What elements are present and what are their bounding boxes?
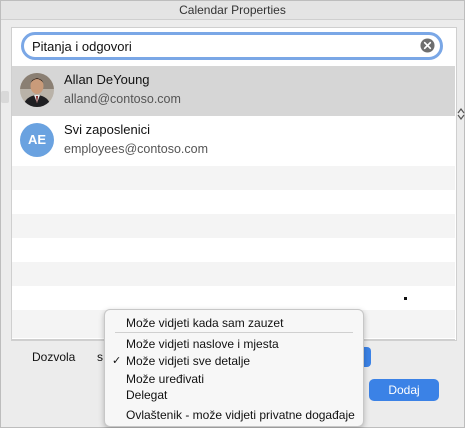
empty-row — [12, 238, 455, 262]
window-title: Calendar Properties — [1, 1, 464, 20]
result-svi-zaposlenici[interactable]: AE Svi zaposlenici employees@contoso.com — [12, 116, 455, 166]
permission-label: Dozvola — [32, 350, 76, 364]
search-input[interactable] — [32, 36, 412, 56]
empty-row — [12, 262, 455, 286]
partial-label-left — [1, 113, 9, 127]
cursor-dot — [404, 297, 407, 300]
partial-label: s — [97, 350, 103, 364]
contact-email: alland@contoso.com — [64, 92, 181, 106]
add-button[interactable]: Dodaj — [369, 379, 439, 401]
result-allan-deyoung[interactable]: Allan DeYoung alland@contoso.com — [12, 66, 455, 116]
clear-search-icon[interactable] — [420, 38, 435, 53]
person-photo-icon — [20, 73, 54, 107]
search-results-list: Allan DeYoung alland@contoso.com AE Svi … — [12, 66, 455, 166]
menu-separator — [115, 332, 353, 333]
empty-row — [12, 190, 455, 214]
menu-item-can-view-busy[interactable]: Može vidjeti kada sam zauzet — [126, 316, 283, 330]
avatar-photo — [20, 73, 54, 107]
empty-row — [12, 286, 455, 310]
stepper-arrows-icon[interactable] — [457, 108, 465, 120]
search-field[interactable] — [21, 32, 443, 60]
menu-item-can-view-titles-locations[interactable]: Može vidjeti naslove i mjesta — [126, 337, 279, 351]
checkmark-icon: ✓ — [112, 355, 122, 367]
empty-row — [12, 166, 455, 190]
contact-name: Svi zaposlenici — [64, 122, 150, 137]
menu-item-delegate[interactable]: Delegat — [126, 388, 167, 402]
partial-control-left[interactable] — [1, 91, 9, 103]
menu-item-delegate-private[interactable]: Ovlaštenik - može vidjeti privatne događ… — [126, 408, 355, 422]
permission-dropdown-menu: Može vidjeti kada sam zauzet Može vidjet… — [104, 309, 364, 427]
calendar-properties-window: Calendar Properties Allan DeY — [0, 0, 465, 428]
contact-name: Allan DeYoung — [64, 72, 150, 87]
empty-row — [12, 214, 455, 238]
menu-item-can-view-all-details[interactable]: Može vidjeti sve detalje — [126, 354, 250, 368]
avatar-initials: AE — [20, 123, 54, 157]
contact-email: employees@contoso.com — [64, 142, 209, 156]
menu-item-can-edit[interactable]: Može uređivati — [126, 372, 204, 386]
